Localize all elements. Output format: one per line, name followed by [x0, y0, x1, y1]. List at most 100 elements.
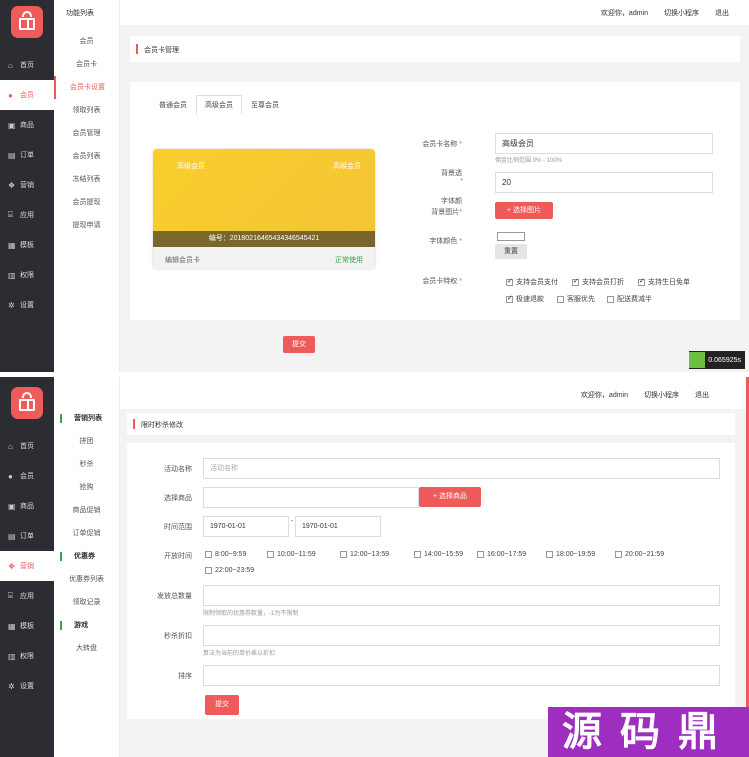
menu-title: 功能列表 [66, 10, 94, 17]
checkbox-icon [557, 295, 564, 303]
bg-opacity-label: 背景透 [441, 170, 462, 177]
goods-input[interactable] [203, 487, 419, 508]
nav-goods[interactable]: ▣ 商品 [0, 110, 54, 140]
nav-home[interactable]: ⌂ 首页 [0, 431, 54, 461]
checkbox-icon [546, 551, 553, 558]
tab-supreme[interactable]: 至尊会员 [242, 95, 288, 115]
logout-link[interactable]: 退出 [695, 390, 709, 400]
end-date-input[interactable]: 1970-01-01 [295, 516, 381, 537]
start-date-input[interactable]: 1970-01-01 [203, 516, 289, 537]
nav-marketing[interactable]: ❖ 营销 [0, 551, 54, 581]
nav-member[interactable]: ● 会员 [0, 461, 54, 491]
activity-name-input[interactable]: 活动名称 [203, 458, 720, 479]
privilege-discount[interactable]: 支持会员打折 [572, 277, 624, 287]
nav-marketing[interactable]: ❖ 营销 [0, 170, 54, 200]
upload-image-button[interactable]: + 选择图片 [495, 202, 553, 219]
welcome-text: 欢迎你，admin [600, 10, 648, 17]
sub-item-member-manage[interactable]: 会员管理 [54, 122, 119, 145]
logout-link[interactable]: 退出 [715, 8, 729, 18]
sub-item-goods-promo[interactable]: 商品促销 [54, 499, 119, 522]
nav-member[interactable]: ● 会员 [0, 80, 54, 110]
discount-input[interactable] [203, 625, 720, 646]
sub-item-card-settings[interactable]: 会员卡设置 [54, 76, 119, 99]
privilege-birthday[interactable]: 支持生日免单 [638, 277, 690, 287]
sub-item-withdraw-apply[interactable]: 提现申请 [54, 214, 119, 237]
sub-item-flash-sale[interactable]: 秒杀 [54, 453, 119, 476]
sub-item-wheel[interactable]: 大转盘 [54, 637, 119, 660]
total-quantity-input[interactable] [203, 585, 720, 606]
app-logo [11, 6, 43, 38]
sub-item-rush-buy[interactable]: 抢购 [54, 476, 119, 499]
slot-20-22[interactable]: 20:00~21:59 [615, 551, 664, 558]
user-icon: ● [8, 471, 13, 481]
tab-normal[interactable]: 普通会员 [150, 95, 196, 115]
submit-button[interactable]: 提交 [283, 336, 315, 353]
card-status: 正常使用 [335, 257, 363, 264]
checkbox-icon [267, 551, 274, 558]
nav-settings[interactable]: ✲ 设置 [0, 671, 54, 701]
switch-app-link[interactable]: 切换小程序 [644, 390, 679, 400]
slot-16-18[interactable]: 16:00~17:59 [477, 551, 526, 558]
edit-card-link[interactable]: 编辑会员卡 [165, 255, 200, 265]
bank-icon: ⌸ [8, 591, 13, 600]
leaf-icon [689, 352, 706, 368]
nav-template[interactable]: ▦ 模板 [0, 230, 54, 260]
gift-icon: ❖ [8, 180, 16, 190]
sub-item-member[interactable]: 会员 [54, 30, 119, 53]
sub-head-marketing: 营销列表 [54, 407, 119, 430]
sub-item-frozen-list[interactable]: 冻结列表 [54, 168, 119, 191]
slot-22-24[interactable]: 22:00~23:59 [205, 567, 254, 574]
goods-label: 选择商品 [164, 495, 192, 502]
welcome-text: 欢迎你，admin [580, 392, 628, 399]
top-bar: 欢迎你，admin 切换小程序 退出 [120, 377, 749, 409]
privilege-pay[interactable]: 支持会员支付 [506, 277, 558, 287]
checkbox-icon [506, 277, 513, 286]
slot-8-10[interactable]: 8:00~9:59 [205, 551, 246, 558]
bg-opacity-input[interactable]: 20 [495, 172, 713, 193]
slot-12-14[interactable]: 12:00~13:59 [340, 551, 389, 558]
slot-14-16[interactable]: 14:00~15:59 [414, 551, 463, 558]
card-tabs: 普通会员 高级会员 至尊会员 [150, 95, 288, 115]
submit-button[interactable]: 提交 [205, 695, 239, 715]
nav-settings[interactable]: ✲ 设置 [0, 290, 54, 320]
order-icon: ▤ [8, 531, 16, 541]
sub-item-claim-list[interactable]: 领取列表 [54, 99, 119, 122]
checkbox-icon [607, 295, 614, 303]
sub-item-group-buy[interactable]: 拼团 [54, 430, 119, 453]
nav-goods[interactable]: ▣ 商品 [0, 491, 54, 521]
discount-hint: 算法为当前的单价乘以折扣 [203, 651, 276, 657]
sub-item-member-card[interactable]: 会员卡 [54, 53, 119, 76]
sort-input[interactable] [203, 665, 720, 686]
total-quantity-hint: 限制领取的优惠券数量，-1为不限制 [203, 611, 299, 617]
card-name: 高级会员 [177, 163, 205, 170]
nav-apps[interactable]: ⌸ 应用 [0, 200, 54, 230]
sub-item-coupon-list[interactable]: 优惠券列表 [54, 568, 119, 591]
privilege-service[interactable]: 客服优先 [557, 294, 595, 304]
member-card-preview: 高级会员 高级会员 编号：20180216465434346545421 编辑会… [153, 149, 375, 269]
nav-template[interactable]: ▦ 模板 [0, 611, 54, 641]
sub-item-order-promo[interactable]: 订单促销 [54, 522, 119, 545]
nav-permission[interactable]: ▥ 权限 [0, 260, 54, 290]
privilege-refund[interactable]: 极速退款 [506, 294, 544, 304]
switch-app-link[interactable]: 切换小程序 [664, 8, 699, 18]
open-time-label: 开放时间 [164, 553, 192, 560]
sub-item-member-list[interactable]: 会员列表 [54, 145, 119, 168]
slot-10-12[interactable]: 10:00~11:59 [267, 551, 316, 558]
nav-order[interactable]: ▤ 订单 [0, 521, 54, 551]
sub-item-claim-record[interactable]: 领取记录 [54, 591, 119, 614]
nav-apps[interactable]: ⌸ 应用 [0, 581, 54, 611]
slot-18-20[interactable]: 18:00~19:59 [546, 551, 595, 558]
tab-advanced[interactable]: 高级会员 [196, 95, 242, 115]
nav-order[interactable]: ▤ 订单 [0, 140, 54, 170]
privilege-shipping[interactable]: 配送费减半 [607, 294, 652, 304]
font-color-picker[interactable] [497, 232, 525, 241]
sub-item-withdraw[interactable]: 会员提现 [54, 191, 119, 214]
reset-color-button[interactable]: 重置 [495, 244, 527, 259]
select-goods-button[interactable]: + 选择商品 [419, 487, 481, 507]
card-name-input[interactable]: 高级会员 [495, 133, 713, 154]
nav-permission[interactable]: ▥ 权限 [0, 641, 54, 671]
required-mark: * [460, 178, 463, 185]
main-sidebar: ⌂ 首页 ● 会员 ▣ 商品 ▤ 订单 ❖ 营销 ⌸ 应用 ▦ 模板 ▥ 权限 ✲ 设置 [0, 0, 54, 372]
nav-home[interactable]: ⌂ 首页 [0, 50, 54, 80]
checkbox-icon [340, 551, 347, 558]
